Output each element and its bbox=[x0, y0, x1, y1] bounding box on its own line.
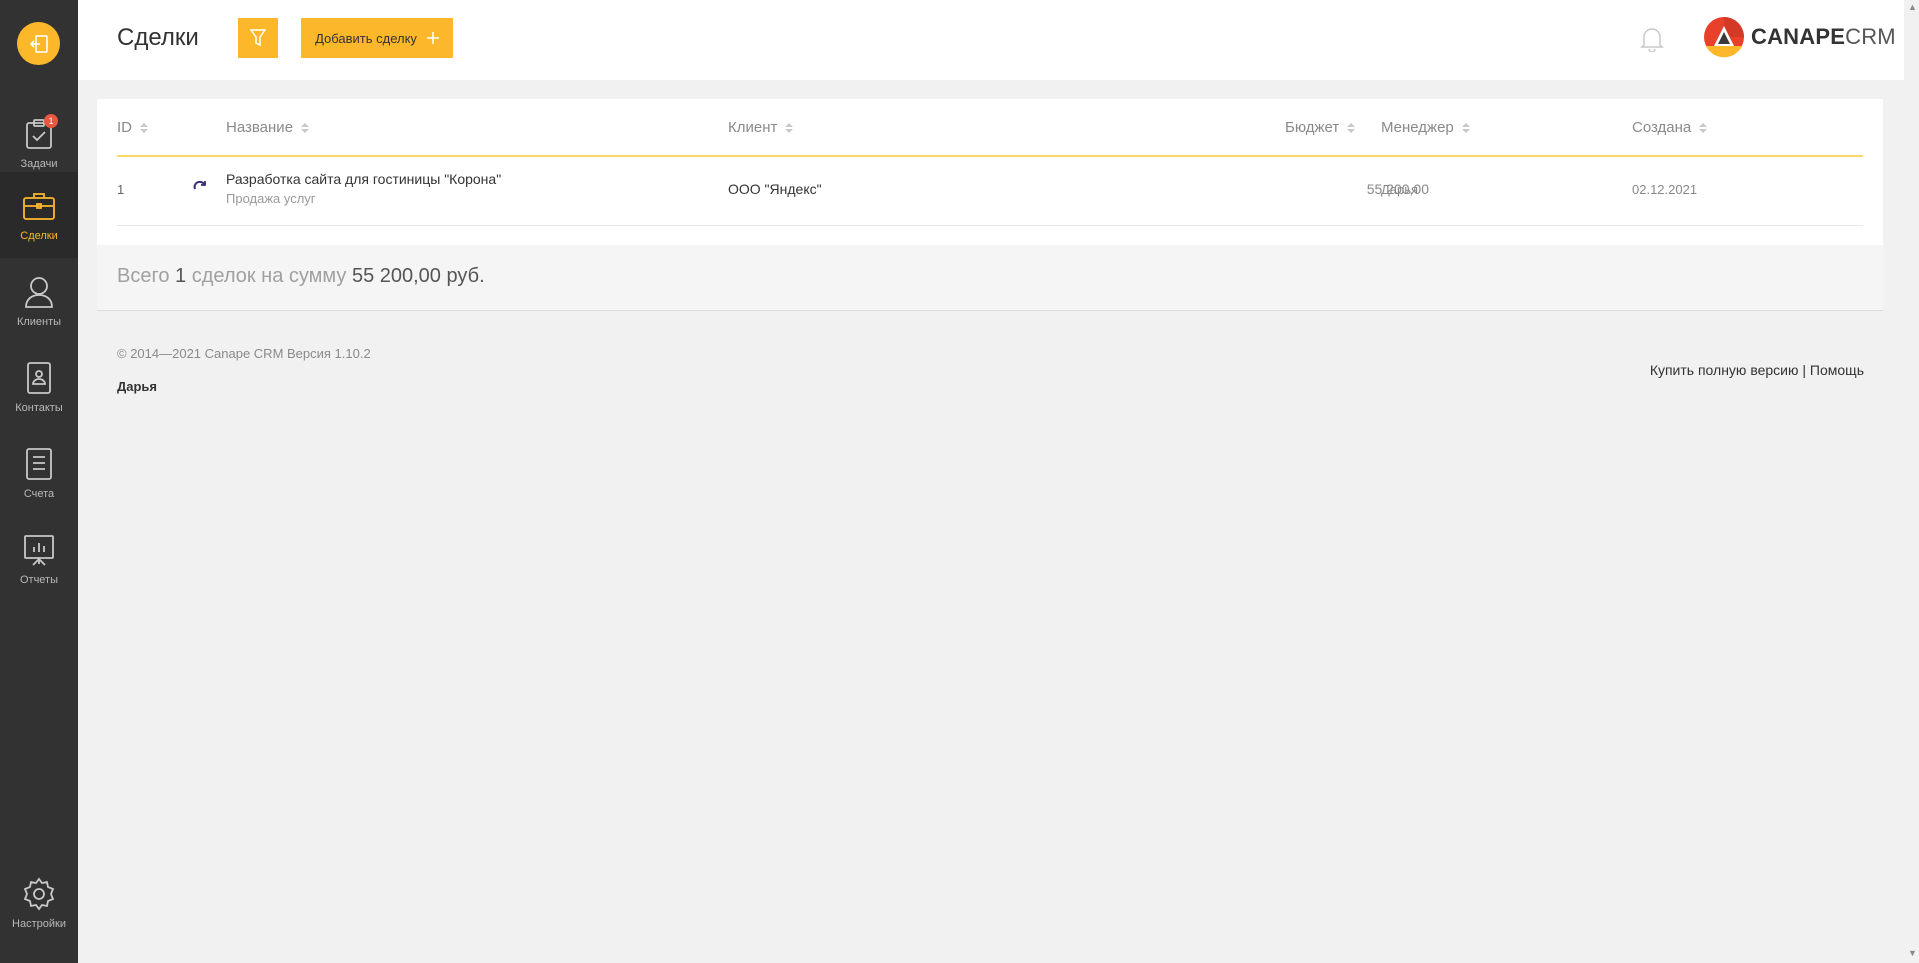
gear-icon bbox=[21, 876, 57, 912]
briefcase-icon bbox=[21, 188, 57, 224]
logout-icon bbox=[29, 34, 48, 53]
scroll-down-arrow[interactable]: ▼ bbox=[1908, 948, 1917, 958]
help-link[interactable]: Помощь bbox=[1810, 362, 1864, 378]
sidebar-item-label: Задачи bbox=[20, 158, 58, 170]
filter-icon bbox=[250, 29, 266, 47]
sidebar-item-invoices[interactable]: Счета bbox=[0, 430, 78, 516]
column-header-manager[interactable]: Менеджер bbox=[1381, 119, 1470, 136]
recurring-icon bbox=[193, 180, 207, 197]
deal-client-link[interactable]: ООО "Яндекс" bbox=[728, 181, 822, 197]
add-deal-button[interactable]: Добавить сделку bbox=[301, 18, 453, 58]
filter-button[interactable] bbox=[238, 18, 278, 58]
report-icon bbox=[21, 532, 57, 568]
table-row[interactable]: 1 Разработка сайта для гостиницы "Корона… bbox=[117, 157, 1863, 226]
sidebar-item-label: Счета bbox=[23, 488, 55, 500]
add-deal-label: Добавить сделку bbox=[315, 30, 417, 46]
user-icon bbox=[21, 274, 57, 310]
deal-manager: Дарья bbox=[1381, 182, 1419, 197]
canape-logo[interactable]: CANAPECRM bbox=[1703, 16, 1896, 58]
sidebar-item-label: Сделки bbox=[20, 230, 58, 242]
summary-box: Всего 1 сделок на сумму 55 200,00 руб. bbox=[97, 245, 1883, 310]
top-header: Сделки Добавить сделку CANAPECRM bbox=[78, 0, 1904, 80]
contact-book-icon bbox=[21, 360, 57, 396]
column-header-created[interactable]: Создана bbox=[1632, 119, 1708, 136]
sort-icon bbox=[1347, 122, 1356, 133]
plus-icon bbox=[426, 32, 439, 44]
column-header-id[interactable]: ID bbox=[117, 119, 148, 136]
deal-name-link[interactable]: Разработка сайта для гостиницы "Корона" bbox=[226, 171, 501, 187]
sidebar-item-settings[interactable]: Настройки bbox=[0, 860, 78, 946]
sort-icon bbox=[301, 122, 310, 133]
sidebar-item-clients[interactable]: Клиенты bbox=[0, 258, 78, 344]
sidebar-item-deals[interactable]: Сделки bbox=[0, 172, 78, 258]
sidebar-item-label: Контакты bbox=[15, 402, 63, 414]
bell-icon bbox=[1640, 28, 1664, 53]
logout-button[interactable] bbox=[17, 22, 60, 65]
sort-icon bbox=[1461, 122, 1470, 133]
deal-id: 1 bbox=[117, 182, 125, 197]
column-header-name[interactable]: Название bbox=[226, 119, 310, 136]
sort-icon bbox=[140, 122, 148, 133]
footer-links: Купить полную версию | Помощь bbox=[1650, 362, 1864, 378]
current-user: Дарья bbox=[117, 379, 158, 394]
sidebar-item-label: Отчеты bbox=[19, 574, 59, 586]
scrollbar[interactable]: ▲ ▼ bbox=[1904, 0, 1919, 963]
deals-table: ID Название Клиент Бюджет Менеджер Созда… bbox=[97, 99, 1883, 311]
buy-full-version-link[interactable]: Купить полную версию bbox=[1650, 362, 1799, 378]
scroll-up-arrow[interactable]: ▲ bbox=[1908, 2, 1917, 12]
tasks-icon: 1 bbox=[21, 114, 58, 152]
sidebar: 1 Задачи Сделки Клиенты Контакты Счета О… bbox=[0, 0, 78, 963]
footer-separator: | bbox=[1802, 362, 1807, 378]
copyright-text: © 2014—2021 Canape CRM Версия 1.10.2 bbox=[117, 346, 371, 361]
column-header-client[interactable]: Клиент bbox=[728, 119, 794, 136]
notifications-button[interactable] bbox=[1640, 26, 1664, 57]
deal-created-date: 02.12.2021 bbox=[1632, 182, 1698, 197]
canape-logo-icon bbox=[1704, 17, 1744, 58]
page-title: Сделки bbox=[117, 24, 199, 51]
sidebar-item-reports[interactable]: Отчеты bbox=[0, 516, 78, 602]
deals-summary: Всего 1 сделок на сумму 55 200,00 руб. bbox=[117, 265, 485, 287]
sort-icon bbox=[785, 122, 794, 133]
sidebar-item-contacts[interactable]: Контакты bbox=[0, 344, 78, 430]
column-header-budget[interactable]: Бюджет bbox=[1285, 119, 1356, 136]
sidebar-item-label: Настройки bbox=[12, 918, 66, 930]
logo-text: CANAPECRM bbox=[1751, 24, 1896, 49]
sidebar-item-label: Клиенты bbox=[16, 316, 62, 328]
invoice-icon bbox=[21, 446, 57, 482]
tasks-badge: 1 bbox=[44, 114, 58, 128]
sort-icon bbox=[1699, 122, 1708, 133]
deal-type: Продажа услуг bbox=[226, 191, 316, 206]
